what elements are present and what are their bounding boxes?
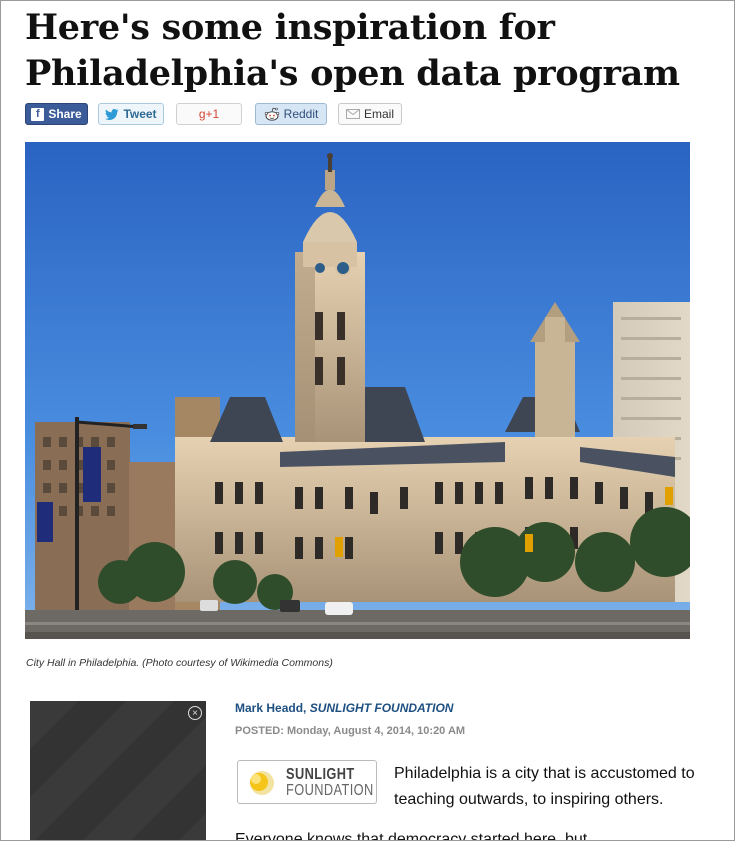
posted-date: POSTED: Monday, August 4, 2014, 10:20 AM — [235, 725, 465, 737]
logo-line-1: SUNLIGHT — [286, 766, 355, 783]
twitter-bird-icon — [105, 108, 119, 120]
email-share-button[interactable]: Email — [338, 103, 402, 125]
sun-icon — [250, 771, 274, 795]
article-body-partial: Everyone knows that democracy started he… — [235, 831, 588, 841]
byline-separator: , — [303, 701, 310, 715]
posted-timestamp: Monday, August 4, 2014, 10:20 AM — [286, 725, 466, 737]
article-frame: Here's some inspiration for Philadelphia… — [0, 0, 735, 841]
sunlight-foundation-logo: SUNLIGHT FOUNDATION — [237, 760, 377, 804]
envelope-icon — [345, 109, 360, 119]
advertisement: × — [30, 701, 206, 840]
logo-line-2: FOUNDATION — [286, 782, 374, 799]
reddit-button[interactable]: Reddit — [255, 103, 327, 125]
reddit-label: Reddit — [283, 107, 319, 121]
logo-wordmark: SUNLIGHT FOUNDATION — [286, 767, 374, 799]
photo-caption: City Hall in Philadelphia. (Photo courte… — [26, 657, 333, 669]
google-plus-button[interactable]: g+1 — [176, 103, 242, 125]
facebook-share-button[interactable]: f Share — [25, 103, 88, 125]
city-hall-photo — [25, 142, 690, 639]
article-intro: Philadelphia is a city that is accustome… — [394, 765, 695, 808]
facebook-icon: f — [31, 107, 45, 121]
tweet-button[interactable]: Tweet — [98, 103, 164, 125]
reddit-alien-icon — [264, 107, 280, 121]
google-plus-label: g+1 — [198, 107, 220, 121]
close-icon[interactable]: × — [188, 706, 202, 720]
email-label: Email — [363, 107, 394, 121]
posted-label: POSTED: — [235, 725, 284, 737]
facebook-share-label: Share — [48, 107, 82, 121]
author-name[interactable]: Mark Headd — [235, 701, 303, 715]
tweet-label: Tweet — [123, 107, 157, 121]
author-organization[interactable]: SUNLIGHT FOUNDATION — [310, 701, 454, 715]
byline: Mark Headd, SUNLIGHT FOUNDATION — [235, 701, 453, 715]
article-headline: Here's some inspiration for Philadelphia… — [25, 7, 680, 94]
